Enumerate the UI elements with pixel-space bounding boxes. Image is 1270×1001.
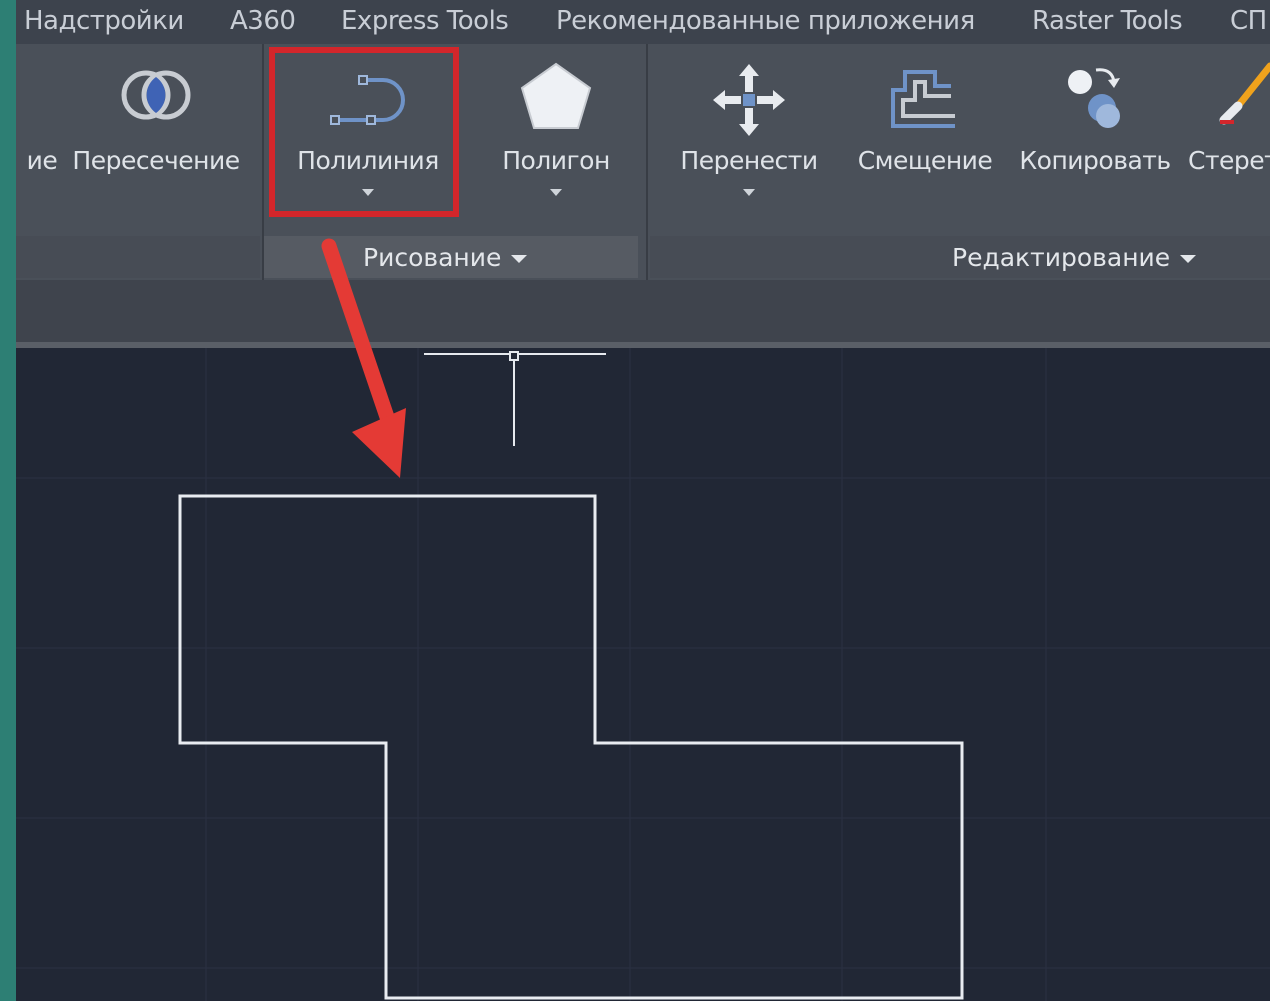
polyline-shape bbox=[178, 494, 964, 1000]
modify-panel-label: Редактирование bbox=[952, 243, 1171, 272]
tab-addins[interactable]: Надстройки bbox=[24, 6, 184, 36]
polygon-button[interactable]: Полигон bbox=[476, 44, 636, 234]
offset-button[interactable]: Смещение bbox=[850, 44, 1000, 234]
union-label: ие bbox=[26, 146, 58, 175]
draw-panel-label: Рисование bbox=[363, 243, 502, 272]
polyline-highlight-box bbox=[269, 47, 459, 217]
polygon-label: Полигон bbox=[502, 146, 610, 175]
copy-button[interactable]: Копировать bbox=[1010, 44, 1180, 234]
autocad-window: Надстройки A360 Express Tools Рекомендов… bbox=[16, 0, 1270, 1001]
tab-featured-apps[interactable]: Рекомендованные приложения bbox=[556, 6, 975, 36]
tab-a360[interactable]: A360 bbox=[230, 6, 296, 36]
modify-panel-title[interactable]: Редактирование bbox=[952, 236, 1197, 278]
ribbon-tab-bar: Надстройки A360 Express Tools Рекомендов… bbox=[16, 0, 1270, 44]
tab-raster-tools[interactable]: Raster Tools bbox=[1032, 6, 1183, 36]
erase-label: Стерет bbox=[1188, 146, 1270, 175]
panel-title-bar bbox=[16, 236, 260, 278]
chevron-down-icon bbox=[1180, 255, 1197, 263]
panel-divider bbox=[646, 44, 648, 280]
intersection-label: Пересечение bbox=[72, 146, 240, 175]
copy-icon bbox=[1060, 60, 1130, 138]
file-tab-strip bbox=[16, 280, 1270, 344]
move-button[interactable]: Перенести bbox=[672, 44, 826, 234]
crosshair-cursor bbox=[424, 351, 606, 446]
union-button[interactable]: ие bbox=[16, 44, 68, 234]
move-dropdown-arrow[interactable] bbox=[743, 189, 755, 196]
eraser-icon bbox=[1214, 60, 1270, 138]
move-label: Перенести bbox=[680, 146, 818, 175]
offset-icon bbox=[885, 60, 965, 138]
chevron-down-icon bbox=[511, 255, 528, 263]
draw-panel-title[interactable]: Рисование bbox=[363, 236, 528, 278]
erase-button[interactable]: Стерет bbox=[1186, 44, 1270, 234]
copy-label: Копировать bbox=[1019, 146, 1171, 175]
drawing-canvas[interactable] bbox=[16, 348, 1270, 1001]
tab-sp[interactable]: СП bbox=[1230, 6, 1267, 36]
tab-express-tools[interactable]: Express Tools bbox=[341, 6, 509, 36]
polygon-icon bbox=[516, 60, 596, 136]
move-icon bbox=[709, 60, 789, 144]
polygon-dropdown-arrow[interactable] bbox=[550, 189, 562, 196]
intersection-button[interactable]: Пересечение bbox=[66, 44, 246, 234]
intersect-icon bbox=[116, 60, 196, 134]
offset-label: Смещение bbox=[857, 146, 993, 175]
canvas-drawing bbox=[16, 348, 1270, 1001]
